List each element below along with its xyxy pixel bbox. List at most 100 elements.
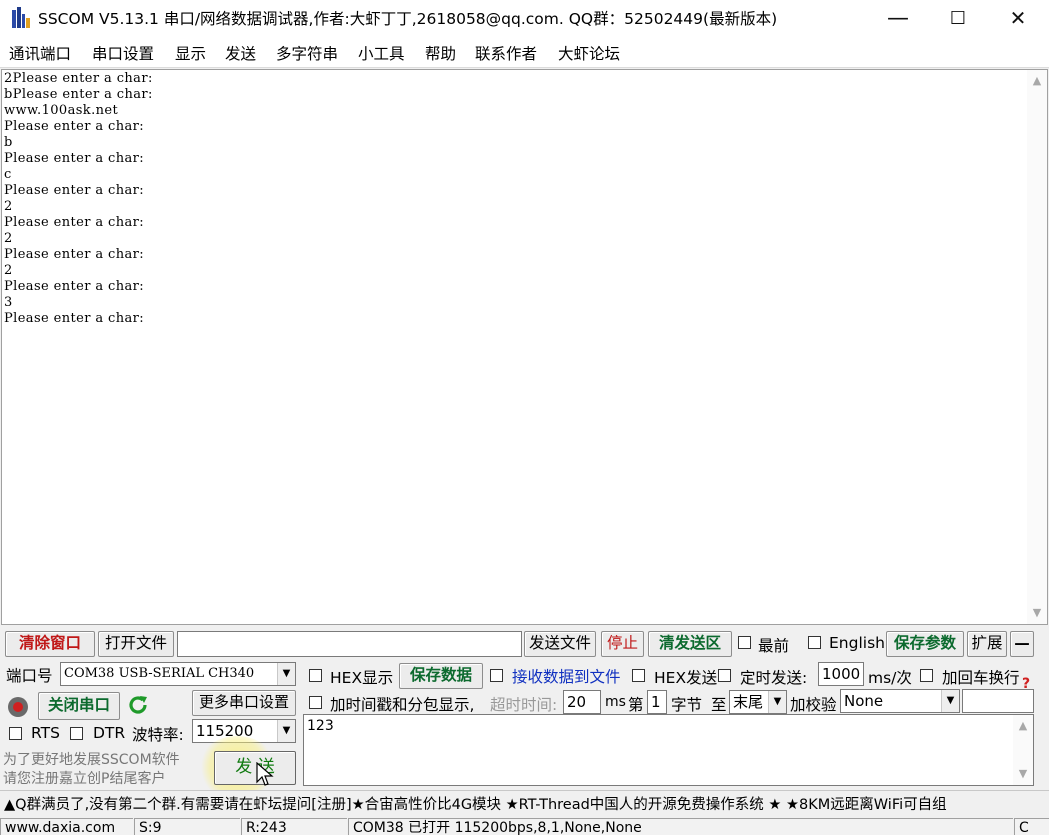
to-label: 至 bbox=[711, 696, 727, 714]
menu-help[interactable]: 帮助 bbox=[425, 42, 456, 64]
scroll-up-arrow-icon[interactable]: ▲ bbox=[1027, 74, 1047, 87]
timed-send-checkbox[interactable] bbox=[718, 669, 731, 682]
menu-display[interactable]: 显示 bbox=[175, 42, 206, 64]
timestamp-label: 加时间戳和分包显示, bbox=[330, 696, 475, 714]
ticker-text[interactable]: ▲Q群满员了,没有第二个群.有需要请在虾坛提问[注册]★合宙高性价比4G模块 ★… bbox=[4, 793, 947, 814]
receive-line: Please enter a char: bbox=[4, 279, 145, 294]
menu-forum[interactable]: 大虾论坛 bbox=[558, 42, 620, 64]
dtr-label: DTR bbox=[93, 724, 126, 742]
hex-display-label: HEX显示 bbox=[330, 669, 394, 687]
maximize-button[interactable]: ☐ bbox=[928, 0, 988, 37]
scroll-up-arrow-icon[interactable]: ▲ bbox=[1013, 719, 1033, 732]
scroll-down-arrow-icon[interactable]: ▼ bbox=[1027, 606, 1047, 619]
close-button[interactable]: ✕ bbox=[988, 0, 1048, 37]
send-file-button[interactable]: 发送文件 bbox=[524, 631, 596, 657]
save-params-button[interactable]: 保存参数 bbox=[886, 631, 964, 657]
receive-line: 2 bbox=[4, 199, 13, 214]
menu-bar: 通讯端口 串口设置 显示 发送 多字符串 小工具 帮助 联系作者 大虾论坛 bbox=[0, 37, 1049, 68]
send-scrollbar[interactable]: ▲ ▼ bbox=[1013, 715, 1033, 785]
menu-tools[interactable]: 小工具 bbox=[358, 42, 405, 64]
add-crlf-checkbox[interactable] bbox=[920, 669, 933, 682]
scroll-down-arrow-icon[interactable]: ▼ bbox=[1013, 767, 1033, 780]
add-crlf-label: 加回车换行 bbox=[942, 669, 1020, 687]
timestamp-checkbox[interactable] bbox=[309, 696, 322, 709]
baud-label: 波特率: bbox=[132, 726, 184, 744]
close-port-button[interactable]: 关闭串口 bbox=[38, 692, 120, 720]
interval-unit-label: ms/次 bbox=[868, 669, 912, 687]
receive-line: Please enter a char: bbox=[4, 311, 145, 326]
nth-label: 第 bbox=[628, 696, 644, 714]
file-path-input[interactable] bbox=[177, 631, 522, 657]
dtr-checkbox[interactable] bbox=[70, 727, 83, 740]
rts-label: RTS bbox=[31, 724, 60, 742]
timeout-unit-label: ms bbox=[605, 694, 626, 710]
more-serial-settings-button[interactable]: 更多串口设置 bbox=[192, 690, 296, 716]
chevron-down-icon[interactable]: ▼ bbox=[941, 690, 959, 712]
receive-line: 2Please enter a char: bbox=[4, 71, 153, 86]
end-byte-select[interactable]: 末尾 ▼ bbox=[729, 690, 787, 714]
hex-send-label: HEX发送 bbox=[654, 669, 718, 687]
status-extra: C bbox=[1014, 818, 1049, 835]
sscom-app-icon bbox=[9, 6, 33, 30]
receive-line: Please enter a char: bbox=[4, 151, 145, 166]
send-button[interactable]: 发 送 bbox=[214, 751, 296, 785]
byte-label: 字节 bbox=[671, 696, 703, 714]
receive-line: 3 bbox=[4, 295, 13, 310]
english-label: English bbox=[829, 634, 885, 652]
receive-scrollbar[interactable]: ▲ ▼ bbox=[1027, 70, 1047, 624]
timed-send-label: 定时发送: bbox=[740, 669, 808, 687]
status-website[interactable]: www.daxia.com bbox=[0, 818, 133, 835]
rts-checkbox[interactable] bbox=[9, 727, 22, 740]
timeout-label: 超时时间: bbox=[490, 696, 558, 714]
english-checkbox[interactable] bbox=[808, 636, 821, 649]
send-text-value: 123 bbox=[307, 718, 334, 734]
chevron-down-icon[interactable]: ▼ bbox=[277, 663, 295, 685]
port-label: 端口号 bbox=[6, 667, 53, 685]
open-file-button[interactable]: 打开文件 bbox=[98, 631, 174, 657]
receive-line: Please enter a char: bbox=[4, 183, 145, 198]
menu-serial-settings[interactable]: 串口设置 bbox=[92, 42, 154, 64]
receive-line: b bbox=[4, 135, 13, 150]
interval-input[interactable]: 1000 bbox=[818, 662, 864, 686]
receive-area[interactable]: 2Please enter a char: bPlease enter a ch… bbox=[1, 69, 1048, 625]
end-byte-select-value: 末尾 bbox=[733, 693, 764, 711]
window-title: SSCOM V5.13.1 串口/网络数据调试器,作者:大虾丁丁,2618058… bbox=[38, 10, 778, 28]
start-byte-input[interactable]: 1 bbox=[647, 690, 667, 714]
minimize-button[interactable]: — bbox=[868, 0, 928, 37]
receive-line: 2 bbox=[4, 263, 13, 278]
status-port-state: COM38 已打开 115200bps,8,1,None,None bbox=[348, 818, 1013, 835]
receive-line: Please enter a char: bbox=[4, 215, 145, 230]
timeout-input[interactable]: 20 bbox=[563, 690, 601, 714]
menu-comm-port[interactable]: 通讯端口 bbox=[9, 42, 71, 64]
chevron-down-icon[interactable]: ▼ bbox=[768, 691, 786, 713]
status-sent-count: S:9 bbox=[134, 818, 240, 835]
refresh-icon[interactable] bbox=[126, 693, 150, 717]
port-select-value: COM38 USB-SERIAL CH340 bbox=[64, 666, 255, 681]
receive-line: c bbox=[4, 167, 12, 182]
menu-multi-string[interactable]: 多字符串 bbox=[276, 42, 338, 64]
menu-contact-author[interactable]: 联系作者 bbox=[475, 42, 537, 64]
clear-window-button[interactable]: 清除窗口 bbox=[5, 631, 95, 657]
clear-send-area-button[interactable]: 清发送区 bbox=[648, 631, 732, 657]
recv-to-file-checkbox[interactable] bbox=[490, 669, 503, 682]
receive-line: Please enter a char: bbox=[4, 247, 145, 262]
title-bar: SSCOM V5.13.1 串口/网络数据调试器,作者:大虾丁丁,2618058… bbox=[0, 0, 1049, 37]
hex-display-checkbox[interactable] bbox=[309, 669, 322, 682]
chevron-down-icon[interactable]: ▼ bbox=[277, 720, 295, 742]
port-select[interactable]: COM38 USB-SERIAL CH340 ▼ bbox=[60, 662, 296, 686]
expand-button[interactable]: 扩展 bbox=[967, 631, 1007, 657]
stop-button[interactable]: 停止 bbox=[601, 631, 644, 657]
collapse-button[interactable]: — bbox=[1010, 631, 1034, 657]
receive-line: 2 bbox=[4, 231, 13, 246]
checksum-select[interactable]: None ▼ bbox=[840, 689, 960, 713]
send-text-input[interactable]: 123 bbox=[303, 714, 1034, 786]
recv-to-file-label[interactable]: 接收数据到文件 bbox=[512, 665, 621, 687]
save-data-button[interactable]: 保存数据 bbox=[399, 663, 483, 689]
topmost-label: 最前 bbox=[758, 637, 790, 655]
hex-send-checkbox[interactable] bbox=[632, 669, 645, 682]
receive-text: 2Please enter a char: bPlease enter a ch… bbox=[4, 71, 153, 327]
promo-line-1: 为了更好地发展SSCOM软件 bbox=[3, 752, 180, 768]
menu-send[interactable]: 发送 bbox=[225, 42, 256, 64]
topmost-checkbox[interactable] bbox=[738, 636, 751, 649]
receive-line: bPlease enter a char: bbox=[4, 87, 153, 102]
